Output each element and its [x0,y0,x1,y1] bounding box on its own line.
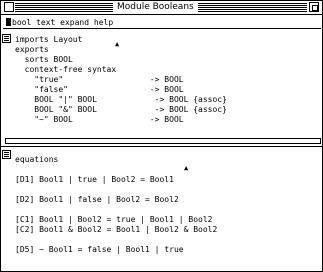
signature-line: BOOL "|" BOOL -> BOOL {assoc} [15,95,227,104]
equation-line: [D1] Bool1 | true | Bool2 = Bool1 [15,175,174,184]
pane-menu-icon[interactable] [2,150,11,159]
title-bar[interactable]: Module Booleans [1,1,322,15]
equation-line: [C2] Bool1 & Bool2 = Bool1 | Bool2 & Boo… [15,225,218,234]
signature-pane[interactable]: imports Layout exports sorts BOOL context… [1,31,322,137]
signature-text[interactable]: imports Layout exports sorts BOOL context… [15,35,227,125]
zoom-box-icon[interactable] [309,2,319,12]
mouse-pointer-icon: ▲ [115,40,120,48]
equation-line: [C1] Bool1 | Bool2 = true | Bool1 | Bool… [15,215,213,224]
window-title: Module Booleans [113,1,198,14]
pane-menu-icon[interactable] [2,34,11,43]
signature-line: sorts BOOL [15,55,73,64]
signature-line: BOOL "&" BOOL -> BOOL {assoc} [15,105,227,114]
equation-line: [D2] Bool1 | false | Bool2 = Bool2 [15,195,179,204]
pane-scrollbar[interactable] [5,138,321,144]
close-box-icon[interactable] [4,2,14,12]
pane-divider [1,146,322,147]
signature-line: "false" -> BOOL [15,85,184,94]
mouse-pointer-icon: ▲ [184,164,189,172]
signature-line: imports Layout [15,35,83,44]
command-input-text: bool text expand help [12,18,114,27]
signature-line: "~" BOOL -> BOOL [15,115,184,124]
equation-line: [D5] ~ Bool1 = false | Bool1 | true [15,245,184,254]
equations-pane[interactable]: equations [D1] Bool1 | true | Bool2 = Boo… [1,148,322,270]
module-window: Module Booleans bool text expand help im… [0,0,323,272]
signature-line: context-free syntax [15,65,117,74]
text-cursor [6,18,11,26]
signature-line: "true" -> BOOL [15,75,184,84]
signature-line: exports [15,45,49,54]
command-input[interactable]: bool text expand help [3,16,321,29]
